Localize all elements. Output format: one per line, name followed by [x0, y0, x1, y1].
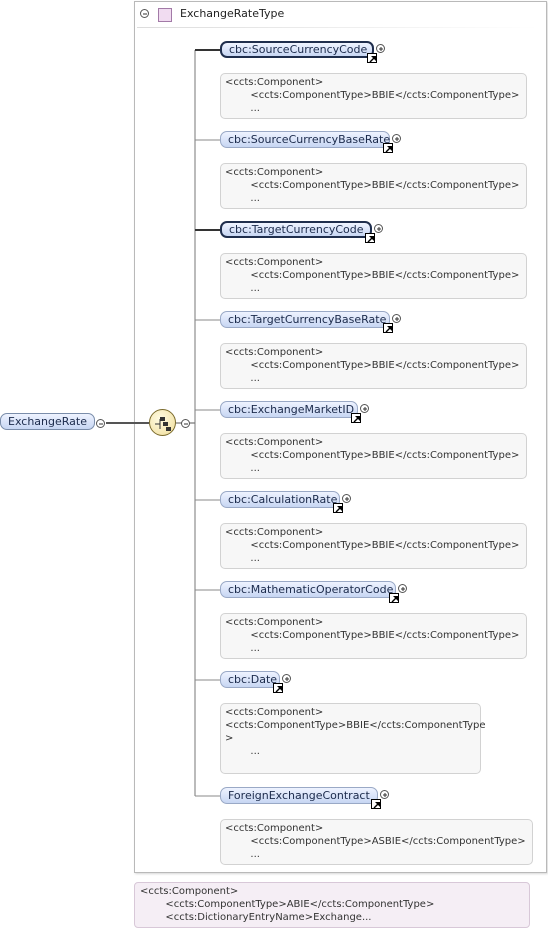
element-label: ForeignExchangeContract: [228, 789, 370, 802]
reference-arrow-icon[interactable]: [365, 233, 375, 243]
element-documentation: <ccts:Component> <ccts:ComponentType>BBI…: [220, 73, 527, 119]
element-node[interactable]: cbc:CalculationRate: [220, 491, 340, 508]
element-label: cbc:CalculationRate: [228, 493, 338, 506]
doc-line: <ccts:Component>: [225, 347, 324, 358]
expand-element-icon[interactable]: [282, 674, 291, 683]
element-documentation: <ccts:Component> <ccts:ComponentType>BBI…: [220, 163, 527, 209]
doc-line: ...: [225, 643, 260, 654]
doc-line: <ccts:ComponentType>BBIE</ccts:Component…: [225, 270, 520, 281]
expand-element-icon[interactable]: [342, 494, 351, 503]
element-node[interactable]: cbc:ExchangeMarketID: [220, 401, 358, 418]
element-label: cbc:ExchangeMarketID: [228, 403, 355, 416]
element-documentation: <ccts:Component> <ccts:ComponentType>BBIE…: [220, 703, 486, 774]
element-documentation: <ccts:Component> <ccts:ComponentType>BBI…: [220, 433, 527, 479]
doc-line: <ccts:ComponentType>BBIE</ccts:Component…: [225, 180, 520, 191]
element-label: cbc:MathematicOperatorCode: [228, 583, 394, 596]
element-node[interactable]: cbc:TargetCurrencyBaseRate: [220, 311, 390, 328]
element-node[interactable]: cbc:SourceCurrencyCode: [220, 41, 374, 58]
doc-line: ...: [225, 103, 260, 114]
expand-element-icon[interactable]: [392, 314, 401, 323]
element-label: cbc:TargetCurrencyBaseRate: [228, 313, 387, 326]
doc-line: ...: [225, 193, 260, 204]
doc-line: ...: [225, 849, 260, 860]
doc-line: <ccts:ComponentType>BBIE</ccts:Component…: [225, 630, 520, 641]
doc-line: <ccts:ComponentType>BBIE</ccts:Component…: [225, 360, 520, 371]
root-element-exchange-rate[interactable]: ExchangeRate: [0, 413, 95, 430]
expand-element-icon[interactable]: [376, 44, 385, 53]
doc-line: ...: [225, 283, 260, 294]
doc-line: <ccts:Component>: [225, 437, 324, 448]
element-node[interactable]: cbc:MathematicOperatorCode: [220, 581, 396, 598]
expand-element-icon[interactable]: [360, 404, 369, 413]
reference-arrow-icon[interactable]: [273, 683, 283, 693]
doc-line: ...: [225, 553, 260, 564]
reference-arrow-icon[interactable]: [371, 799, 381, 809]
reference-arrow-icon[interactable]: [333, 503, 343, 513]
element-documentation: <ccts:Component> <ccts:ComponentType>BBI…: [220, 343, 527, 389]
doc-line: ...: [225, 463, 260, 474]
doc-line: <ccts:ComponentType>BBIE</ccts:Component…: [225, 540, 520, 551]
reference-arrow-icon[interactable]: [367, 53, 377, 63]
bottom-doc-line-1: <ccts:Component>: [140, 886, 239, 897]
expand-element-icon[interactable]: [392, 134, 401, 143]
doc-line: <ccts:Component>: [225, 617, 324, 628]
collapse-root-icon[interactable]: [96, 419, 105, 428]
doc-line: <ccts:ComponentType>BBIE</ccts:Component…: [225, 720, 486, 731]
doc-line: <ccts:Component>: [225, 77, 324, 88]
bottom-doc-line-2: <ccts:ComponentType>ABIE</ccts:Component…: [140, 899, 435, 910]
element-label: cbc:TargetCurrencyCode: [229, 223, 364, 236]
expand-element-icon[interactable]: [380, 790, 389, 799]
element-documentation: <ccts:Component> <ccts:ComponentType>ASB…: [220, 819, 533, 865]
doc-line: <ccts:Component>: [225, 707, 324, 718]
element-label: cbc:Date: [228, 673, 278, 686]
element-documentation: <ccts:Component> <ccts:ComponentType>BBI…: [220, 253, 527, 299]
doc-line: <ccts:Component>: [225, 257, 324, 268]
element-node[interactable]: cbc:SourceCurrencyBaseRate: [220, 131, 390, 148]
doc-line: <ccts:Component>: [225, 823, 324, 834]
reference-arrow-icon[interactable]: [383, 323, 393, 333]
reference-arrow-icon[interactable]: [351, 413, 361, 423]
reference-arrow-icon[interactable]: [383, 143, 393, 153]
root-element-label: ExchangeRate: [8, 415, 87, 428]
doc-line: ...: [225, 746, 260, 757]
doc-line: <ccts:ComponentType>BBIE</ccts:Component…: [225, 90, 520, 101]
element-node[interactable]: ForeignExchangeContract: [220, 787, 378, 804]
doc-line: <ccts:Component>: [225, 167, 324, 178]
expand-element-icon[interactable]: [374, 224, 383, 233]
element-documentation: <ccts:Component> <ccts:ComponentType>BBI…: [220, 613, 527, 659]
collapse-sequence-icon[interactable]: [181, 419, 190, 428]
type-documentation: <ccts:Component> <ccts:ComponentType>ABI…: [134, 882, 530, 928]
element-node[interactable]: cbc:TargetCurrencyCode: [220, 221, 372, 238]
element-node[interactable]: cbc:Date: [220, 671, 280, 688]
bottom-doc-line-3: <ccts:DictionaryEntryName>Exchange...: [140, 912, 372, 923]
schema-diagram: ExchangeRateType ExchangeRate cbc:Source…: [0, 0, 548, 931]
doc-line: <ccts:ComponentType>BBIE</ccts:Component…: [225, 450, 520, 461]
element-documentation: <ccts:Component> <ccts:ComponentType>BBI…: [220, 523, 527, 569]
element-label: cbc:SourceCurrencyBaseRate: [228, 133, 391, 146]
element-label: cbc:SourceCurrencyCode: [229, 43, 368, 56]
sequence-compositor-icon[interactable]: [149, 409, 176, 436]
expand-element-icon[interactable]: [398, 584, 407, 593]
doc-line: ...: [225, 373, 260, 384]
reference-arrow-icon[interactable]: [389, 593, 399, 603]
doc-line: <ccts:Component>: [225, 527, 324, 538]
doc-line: >: [225, 733, 234, 744]
doc-line: <ccts:ComponentType>ASBIE</ccts:Componen…: [225, 836, 526, 847]
